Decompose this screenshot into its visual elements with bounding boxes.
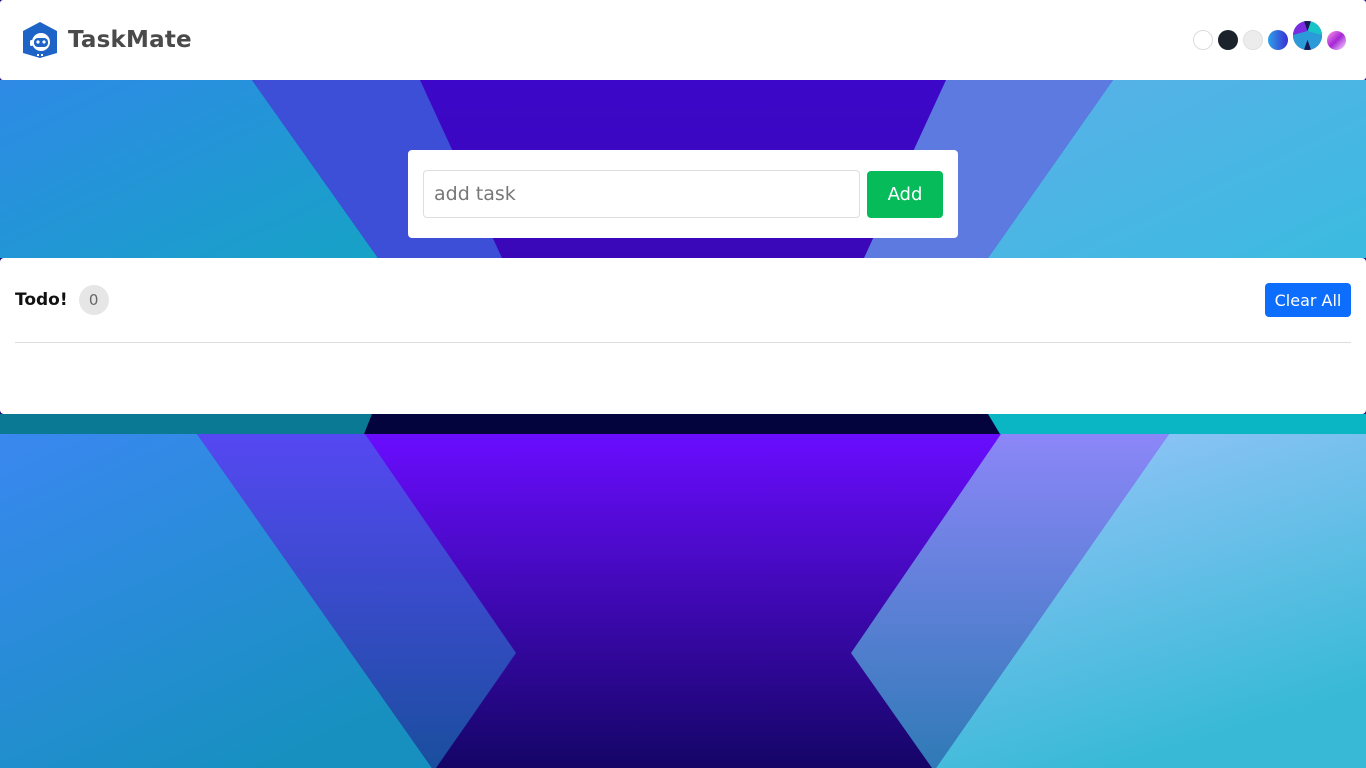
theme-light-gray-swatch[interactable] [1243, 30, 1263, 50]
theme-blue-gradient-swatch[interactable] [1268, 30, 1288, 50]
add-task-card: Add [408, 150, 958, 238]
todo-list [15, 343, 1351, 413]
theme-switcher [1193, 20, 1346, 50]
todo-title: Todo! [15, 290, 68, 310]
theme-dark-swatch[interactable] [1218, 30, 1238, 50]
brand[interactable]: TaskMate [22, 21, 192, 59]
clear-all-button[interactable]: Clear All [1265, 283, 1351, 317]
todo-header: Todo! 0 Clear All [15, 258, 1351, 343]
add-task-button[interactable]: Add [867, 170, 943, 218]
todo-count-badge: 0 [78, 285, 109, 315]
robot-house-icon [22, 21, 58, 59]
todo-panel: Todo! 0 Clear All [0, 258, 1366, 414]
background-art-strip [0, 414, 1366, 434]
app-title: TaskMate [68, 27, 192, 53]
theme-aurora-swatch[interactable] [1293, 20, 1322, 50]
navbar: TaskMate [0, 0, 1366, 80]
background-art-bottom [0, 434, 1366, 768]
theme-white-swatch[interactable] [1193, 30, 1213, 50]
theme-pink-gradient-swatch[interactable] [1327, 30, 1346, 50]
task-input[interactable] [423, 170, 860, 218]
todo-title-group: Todo! 0 [15, 285, 109, 315]
